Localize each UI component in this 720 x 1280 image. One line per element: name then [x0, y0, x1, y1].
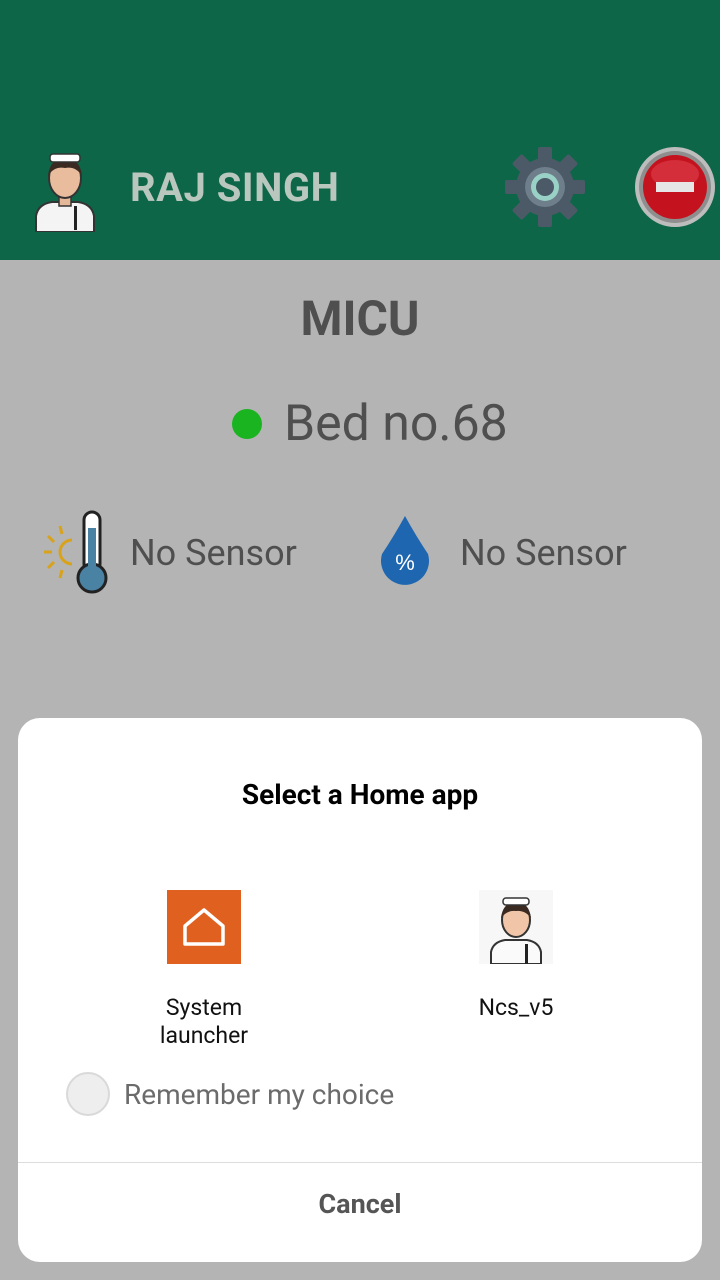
- humidity-drop-icon: %: [381, 516, 429, 585]
- thermometer-sun-icon: [44, 510, 108, 594]
- dialog-title: Select a Home app: [241, 778, 479, 811]
- app-header: RAJ SINGH: [0, 0, 720, 260]
- stop-icon[interactable]: [634, 146, 716, 228]
- home-app-dialog: Select a Home app System launcher Ncs_v5…: [18, 718, 702, 1262]
- app-option-ncs-v5[interactable]: Ncs_v5: [416, 890, 616, 1022]
- gear-icon[interactable]: [502, 144, 588, 230]
- remember-choice-label: Remember my choice: [124, 1077, 395, 1111]
- ward-name: MICU: [300, 290, 420, 347]
- app-label-ncs-v5: Ncs_v5: [478, 994, 554, 1021]
- dialog-divider: [18, 1162, 702, 1163]
- app-label-system-launcher: System launcher: [104, 994, 304, 1050]
- temperature-sensor-text: No Sensor: [130, 532, 297, 574]
- bed-label: Bed no.68: [284, 395, 508, 453]
- humidity-sensor-text: No Sensor: [460, 532, 627, 574]
- user-name: RAJ SINGH: [130, 164, 340, 211]
- nurse-avatar-icon: [479, 890, 553, 965]
- humidity-symbol: %: [395, 550, 415, 575]
- bed-status-row: Bed no.68: [232, 395, 508, 453]
- remember-choice-radio[interactable]: [66, 1072, 110, 1116]
- bed-status-indicator: [232, 409, 262, 439]
- app-label-line1: System: [165, 994, 243, 1021]
- home-icon: [167, 890, 241, 964]
- cancel-button[interactable]: Cancel: [18, 1188, 702, 1220]
- nurse-avatar-icon: [35, 153, 95, 232]
- remember-choice-row[interactable]: Remember my choice: [66, 1072, 394, 1116]
- app-option-system-launcher[interactable]: System launcher: [104, 890, 304, 1050]
- app-label-line2: launcher: [159, 1022, 249, 1049]
